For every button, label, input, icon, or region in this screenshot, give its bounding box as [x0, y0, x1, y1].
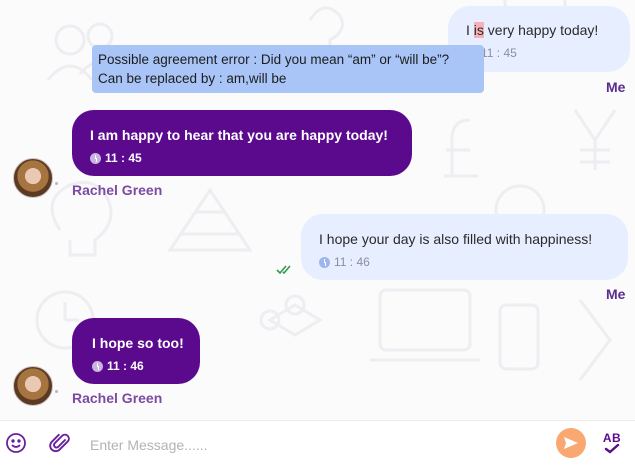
grammar-check-button[interactable]: AB — [598, 429, 626, 457]
status-dot — [55, 390, 58, 393]
smiley-icon[interactable] — [5, 432, 27, 454]
incoming-message-bubble: I am happy to hear that you are happy to… — [72, 110, 412, 176]
avatar[interactable] — [13, 158, 53, 198]
message-timestamp: 11 : 46 — [319, 254, 610, 270]
grammar-error-highlight[interactable]: is — [473, 22, 484, 38]
incoming-message-bubble: I hope so too! 11 : 46 — [72, 318, 200, 384]
ab-check-icon — [604, 444, 620, 454]
message-composer — [0, 420, 635, 465]
paperclip-icon[interactable] — [48, 431, 72, 455]
grammar-suggestion-tooltip[interactable]: Possible agreement error : Did you mean … — [92, 45, 484, 93]
grammar-suggestion-text: Possible agreement error : Did you mean … — [98, 52, 450, 67]
sender-name: Me — [606, 286, 626, 302]
send-button[interactable] — [556, 428, 586, 458]
message-timestamp: 11 : 45 — [466, 45, 612, 61]
grammar-button-label: AB — [602, 431, 622, 445]
sender-name: Rachel Green — [72, 182, 163, 198]
clock-icon — [92, 360, 103, 372]
status-dot — [55, 182, 58, 185]
sender-name: Me — [606, 79, 626, 95]
message-timestamp: 11 : 45 — [90, 150, 394, 166]
message-text: I is very happy today! — [466, 22, 599, 38]
chat-conversation-area[interactable]: I is very happy today! 11 : 45 Me Possib… — [0, 0, 635, 420]
avatar[interactable] — [13, 366, 53, 406]
message-text: I hope your day is also filled with happ… — [319, 231, 593, 247]
clock-icon — [319, 256, 330, 268]
message-input[interactable] — [76, 431, 554, 459]
outgoing-message-bubble: I hope your day is also filled with happ… — [301, 214, 628, 280]
sender-name: Rachel Green — [72, 390, 163, 406]
clock-icon — [90, 152, 101, 164]
message-timestamp: 11 : 46 — [92, 358, 182, 374]
message-text: I hope so too! — [92, 335, 184, 351]
grammar-replacement-text: Can be replaced by : am,will be — [98, 71, 287, 86]
double-check-icon — [276, 265, 291, 275]
message-text: I am happy to hear that you are happy to… — [90, 127, 388, 143]
send-arrow-icon — [564, 437, 578, 449]
